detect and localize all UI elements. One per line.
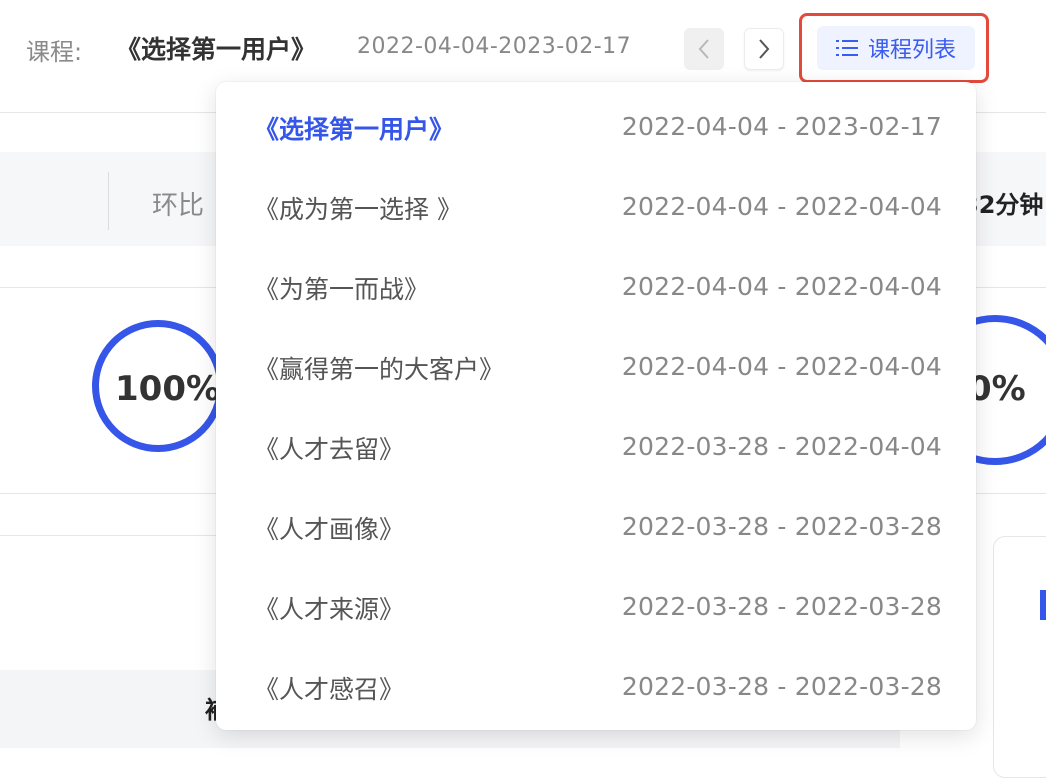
list-icon [835,40,858,56]
side-card-accent [1040,590,1046,620]
course-list-item[interactable]: 《人才来源》 2022-03-28 - 2022-03-28 [216,570,976,650]
course-title: 《选择第一用户》 [254,115,455,144]
course-list-item[interactable]: 《人才感召》 2022-03-28 - 2022-03-28 [216,650,976,730]
course-list-item[interactable]: 《人才去留》 2022-03-28 - 2022-04-04 [216,410,976,490]
course-title: 《人才感召》 [254,675,405,704]
course-title: 《赢得第一的大客户》 [254,355,505,384]
course-label: 课程: [26,38,83,66]
course-dates: 2022-04-04 - 2023-02-17 [621,112,942,141]
stat-ratio-label: 环比 [152,191,205,221]
course-title: 《人才去留》 [254,435,405,464]
course-list-dropdown: 《选择第一用户》 2022-04-04 - 2023-02-17 《成为第一选择… [216,82,976,730]
course-title: 《人才画像》 [254,515,405,544]
course-title: 《为第一而战》 [254,275,430,304]
course-list-button[interactable]: 课程列表 [817,26,975,70]
course-dates: 2022-03-28 - 2022-03-28 [621,512,942,541]
progress-ring-left-value: 100% [115,369,221,409]
course-title: 《成为第一选择 》 [254,195,462,224]
stats-divider [108,172,109,230]
next-course-button[interactable] [744,28,784,70]
prev-course-button[interactable] [684,28,724,70]
course-dates: 2022-03-28 - 2022-03-28 [621,592,942,621]
course-list-item[interactable]: 《为第一而战》 2022-04-04 - 2022-04-04 [216,250,976,330]
current-course-name: 《选择第一用户》 [116,35,317,64]
course-dates: 2022-04-04 - 2022-04-04 [621,272,942,301]
course-dates: 2022-04-04 - 2022-04-04 [621,352,942,381]
chevron-left-icon [698,39,709,59]
course-list-item[interactable]: 《成为第一选择 》 2022-04-04 - 2022-04-04 [216,170,976,250]
progress-ring-right-value: 0% [968,369,1026,409]
course-date-range: 2022-04-04-2023-02-17 [357,34,632,59]
course-list-item[interactable]: 《人才画像》 2022-03-28 - 2022-03-28 [216,490,976,570]
side-card [993,536,1046,778]
course-title: 《人才来源》 [254,595,405,624]
course-list-item[interactable]: 《选择第一用户》 2022-04-04 - 2023-02-17 [216,90,976,170]
chevron-right-icon [759,39,770,59]
course-dates: 2022-04-04 - 2022-04-04 [621,192,942,221]
course-dates: 2022-03-28 - 2022-04-04 [621,432,942,461]
course-dates: 2022-03-28 - 2022-03-28 [621,672,942,701]
course-list-button-label: 课程列表 [867,38,956,63]
course-list-item[interactable]: 《赢得第一的大客户》 2022-04-04 - 2022-04-04 [216,330,976,410]
